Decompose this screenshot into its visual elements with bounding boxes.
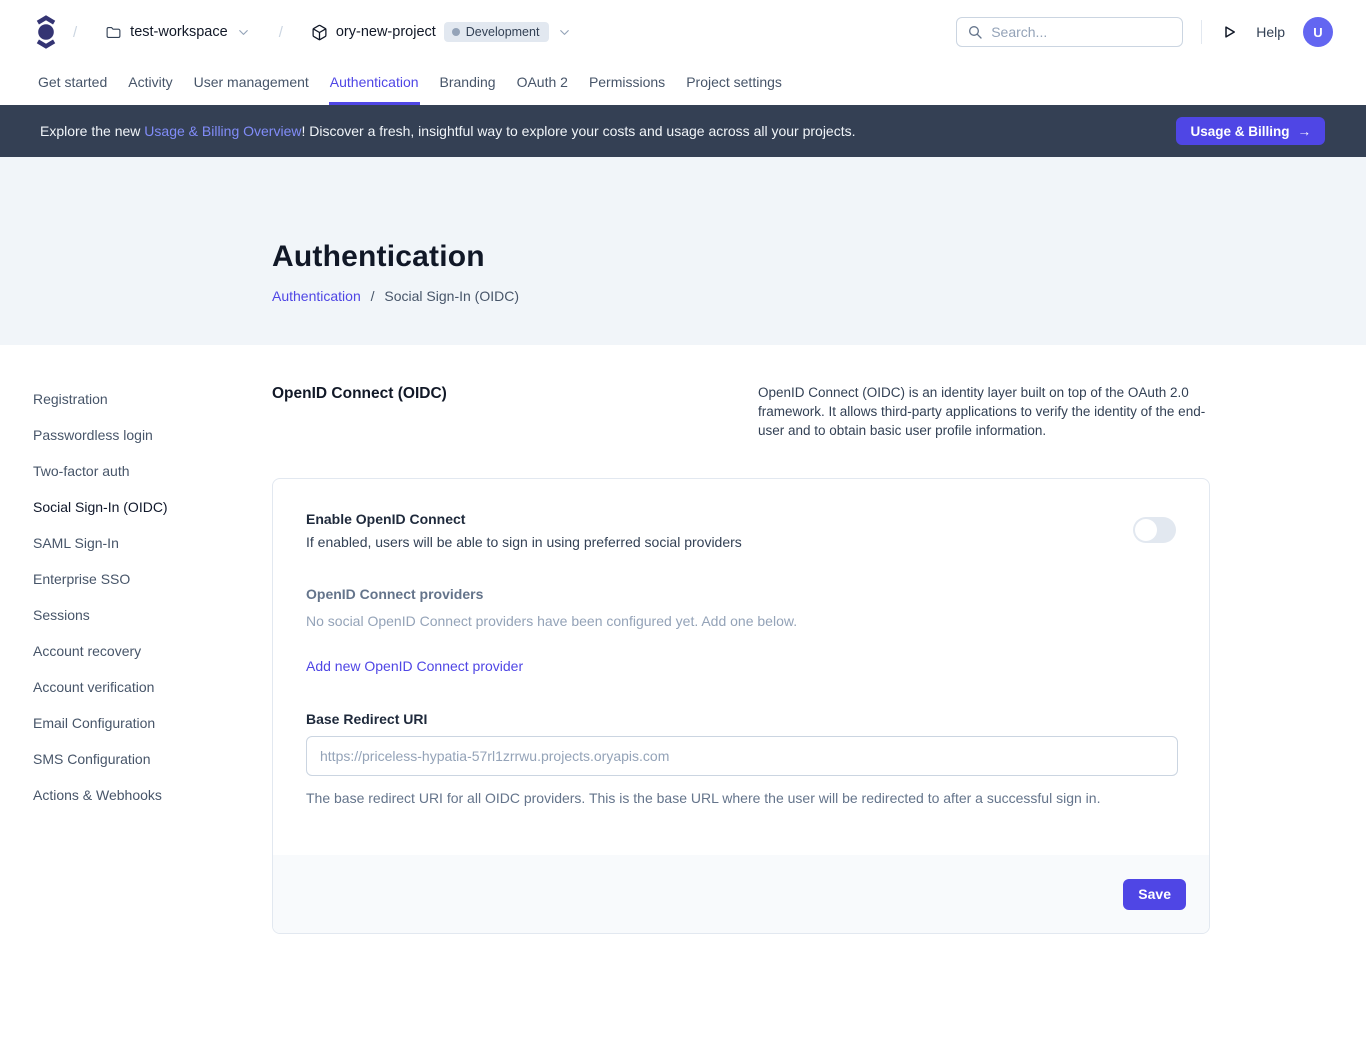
breadcrumb: Authentication / Social Sign-In (OIDC) xyxy=(272,288,1366,304)
sidebar-item-saml-sign-in[interactable]: SAML Sign-In xyxy=(33,529,272,557)
package-icon xyxy=(311,24,328,41)
tab-activity[interactable]: Activity xyxy=(127,74,173,105)
section-title: OpenID Connect (OIDC) xyxy=(272,383,447,440)
page-hero: Authentication Authentication / Social S… xyxy=(0,157,1366,345)
settings-sidebar: Registration Passwordless login Two-fact… xyxy=(33,383,272,934)
main-panel: OpenID Connect (OIDC) OpenID Connect (OI… xyxy=(272,383,1210,934)
environment-dot-icon xyxy=(452,28,460,36)
sidebar-item-social-sign-in[interactable]: Social Sign-In (OIDC) xyxy=(33,493,272,521)
breadcrumb-current: Social Sign-In (OIDC) xyxy=(384,288,519,304)
base-redirect-uri-input[interactable] xyxy=(306,736,1178,776)
sidebar-item-actions-webhooks[interactable]: Actions & Webhooks xyxy=(33,781,272,809)
environment-label: Development xyxy=(466,25,540,39)
add-oidc-provider-link[interactable]: Add new OpenID Connect provider xyxy=(306,658,523,674)
providers-empty-text: No social OpenID Connect providers have … xyxy=(306,613,1176,629)
arrow-right-icon: → xyxy=(1298,124,1312,139)
sidebar-item-sms-configuration[interactable]: SMS Configuration xyxy=(33,745,272,773)
breadcrumb-authentication-link[interactable]: Authentication xyxy=(272,288,361,304)
sidebar-item-passwordless-login[interactable]: Passwordless login xyxy=(33,421,272,449)
banner-text: Explore the new Usage & Billing Overview… xyxy=(40,123,1176,139)
banner-text-before: Explore the new xyxy=(40,123,144,139)
oidc-settings-card: Enable OpenID Connect If enabled, users … xyxy=(272,478,1210,934)
workspace-name: test-workspace xyxy=(130,24,228,40)
play-icon[interactable] xyxy=(1220,23,1238,41)
top-header: / test-workspace / ory-new-project Devel… xyxy=(0,0,1366,64)
providers-label: OpenID Connect providers xyxy=(306,586,1176,602)
toggle-knob xyxy=(1135,519,1157,541)
section-description: OpenID Connect (OIDC) is an identity lay… xyxy=(758,383,1210,440)
search-input[interactable] xyxy=(991,24,1172,40)
sidebar-item-sessions[interactable]: Sessions xyxy=(33,601,272,629)
tab-branding[interactable]: Branding xyxy=(439,74,497,105)
sidebar-item-enterprise-sso[interactable]: Enterprise SSO xyxy=(33,565,272,593)
tab-user-management[interactable]: User management xyxy=(193,74,310,105)
base-redirect-uri-label: Base Redirect URI xyxy=(306,711,1176,727)
tab-authentication[interactable]: Authentication xyxy=(329,74,420,105)
save-button[interactable]: Save xyxy=(1123,879,1186,910)
sidebar-item-account-recovery[interactable]: Account recovery xyxy=(33,637,272,665)
sidebar-item-registration[interactable]: Registration xyxy=(33,385,272,413)
header-divider xyxy=(1201,20,1202,44)
project-name: ory-new-project xyxy=(336,24,436,40)
breadcrumb-slash: / xyxy=(279,24,283,41)
ory-logo-icon[interactable] xyxy=(33,15,59,49)
project-nav-tabs: Get started Activity User management Aut… xyxy=(0,64,1366,105)
search-icon xyxy=(967,24,983,40)
chevron-down-icon xyxy=(557,25,572,40)
breadcrumb-separator: / xyxy=(371,288,375,304)
sidebar-item-account-verification[interactable]: Account verification xyxy=(33,673,272,701)
breadcrumb-slash: / xyxy=(73,24,77,41)
tab-permissions[interactable]: Permissions xyxy=(588,74,666,105)
environment-badge: Development xyxy=(444,22,550,42)
content-area: Registration Passwordless login Two-fact… xyxy=(0,345,1366,934)
user-avatar[interactable]: U xyxy=(1303,17,1333,47)
chevron-down-icon xyxy=(236,25,251,40)
sidebar-item-two-factor-auth[interactable]: Two-factor auth xyxy=(33,457,272,485)
sidebar-item-email-configuration[interactable]: Email Configuration xyxy=(33,709,272,737)
tab-oauth2[interactable]: OAuth 2 xyxy=(516,74,569,105)
usage-billing-button[interactable]: Usage & Billing → xyxy=(1176,117,1325,145)
folder-icon xyxy=(105,24,122,41)
usage-billing-banner: Explore the new Usage & Billing Overview… xyxy=(0,105,1366,157)
banner-text-after: ! Discover a fresh, insightful way to ex… xyxy=(301,123,855,139)
project-picker[interactable]: ory-new-project Development xyxy=(311,22,573,42)
page-title: Authentication xyxy=(272,240,1366,274)
banner-usage-billing-link[interactable]: Usage & Billing Overview xyxy=(144,123,301,139)
base-redirect-uri-help: The base redirect URI for all OIDC provi… xyxy=(306,790,1176,855)
enable-oidc-toggle[interactable] xyxy=(1133,517,1176,543)
enable-oidc-label: Enable OpenID Connect xyxy=(306,511,1133,527)
card-footer: Save xyxy=(273,855,1209,933)
usage-billing-button-label: Usage & Billing xyxy=(1190,124,1289,139)
workspace-picker[interactable]: test-workspace xyxy=(105,24,251,41)
help-link[interactable]: Help xyxy=(1256,24,1285,40)
enable-oidc-description: If enabled, users will be able to sign i… xyxy=(306,534,1133,550)
search-box[interactable] xyxy=(956,17,1183,47)
tab-get-started[interactable]: Get started xyxy=(37,74,108,105)
tab-project-settings[interactable]: Project settings xyxy=(685,74,783,105)
